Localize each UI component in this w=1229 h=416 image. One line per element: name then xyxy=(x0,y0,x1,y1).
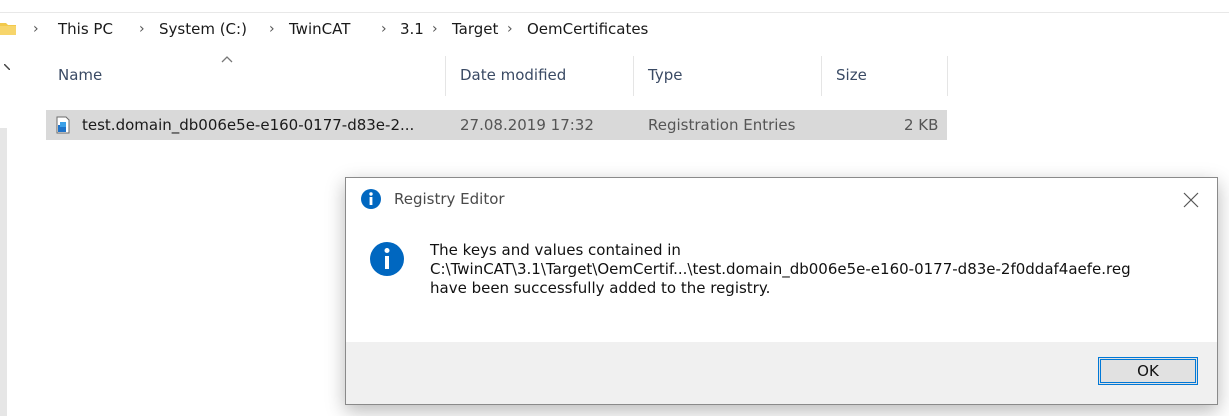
address-bar[interactable]: › This PC › System (C:) › TwinCAT › 3.1 … xyxy=(0,0,1229,46)
dialog-message-path: C:\TwinCAT\3.1\Target\OemCertif...\test.… xyxy=(430,260,1131,278)
breadcrumb-separator: › xyxy=(33,21,39,37)
breadcrumb-separator: › xyxy=(507,21,513,37)
navigation-pane-edge xyxy=(0,128,7,416)
breadcrumb-separator: › xyxy=(139,21,145,37)
column-header-date-modified[interactable]: Date modified xyxy=(460,64,566,86)
column-divider[interactable] xyxy=(947,56,948,96)
registry-editor-dialog: Registry Editor The keys and values cont… xyxy=(345,177,1218,405)
breadcrumb-system-c[interactable]: System (C:) xyxy=(159,20,247,38)
column-divider[interactable] xyxy=(445,56,446,96)
folder-icon xyxy=(0,23,16,35)
dialog-titlebar[interactable]: Registry Editor xyxy=(346,178,1217,222)
column-divider[interactable] xyxy=(821,56,822,96)
close-button[interactable] xyxy=(1173,184,1209,216)
breadcrumb-target[interactable]: Target xyxy=(452,20,498,38)
reg-file-icon xyxy=(56,116,70,134)
file-name[interactable]: test.domain_db006e5e-e160-0177-d83e-2... xyxy=(82,115,414,135)
breadcrumb-separator: › xyxy=(432,21,438,37)
dialog-button-area xyxy=(346,342,1217,404)
breadcrumb-3-1[interactable]: 3.1 xyxy=(400,20,424,38)
dialog-message-line: have been successfully added to the regi… xyxy=(430,279,771,297)
address-bar-border xyxy=(0,12,1229,13)
column-header-size[interactable]: Size xyxy=(836,64,867,86)
file-date-modified: 27.08.2019 17:32 xyxy=(460,116,594,134)
breadcrumb-twincat[interactable]: TwinCAT xyxy=(289,20,350,38)
sort-ascending-icon xyxy=(221,56,233,63)
dialog-message-line: The keys and values contained in xyxy=(430,241,681,259)
column-divider[interactable] xyxy=(633,56,634,96)
dialog-title: Registry Editor xyxy=(394,190,505,208)
file-size: 2 KB xyxy=(904,116,939,134)
file-row[interactable]: test.domain_db006e5e-e160-0177-d83e-2...… xyxy=(46,110,947,140)
collapse-arrow-icon[interactable] xyxy=(4,64,10,70)
breadcrumb-oemcertificates[interactable]: OemCertificates xyxy=(527,20,648,38)
column-header-name[interactable]: Name xyxy=(58,64,102,86)
column-header-type[interactable]: Type xyxy=(648,64,682,86)
breadcrumb-separator: › xyxy=(381,21,387,37)
info-icon xyxy=(361,189,381,209)
ok-button[interactable]: OK xyxy=(1098,357,1198,385)
file-type: Registration Entries xyxy=(648,116,796,134)
breadcrumb-separator: › xyxy=(269,21,275,37)
breadcrumb-this-pc[interactable]: This PC xyxy=(58,20,113,38)
info-icon xyxy=(370,242,404,276)
